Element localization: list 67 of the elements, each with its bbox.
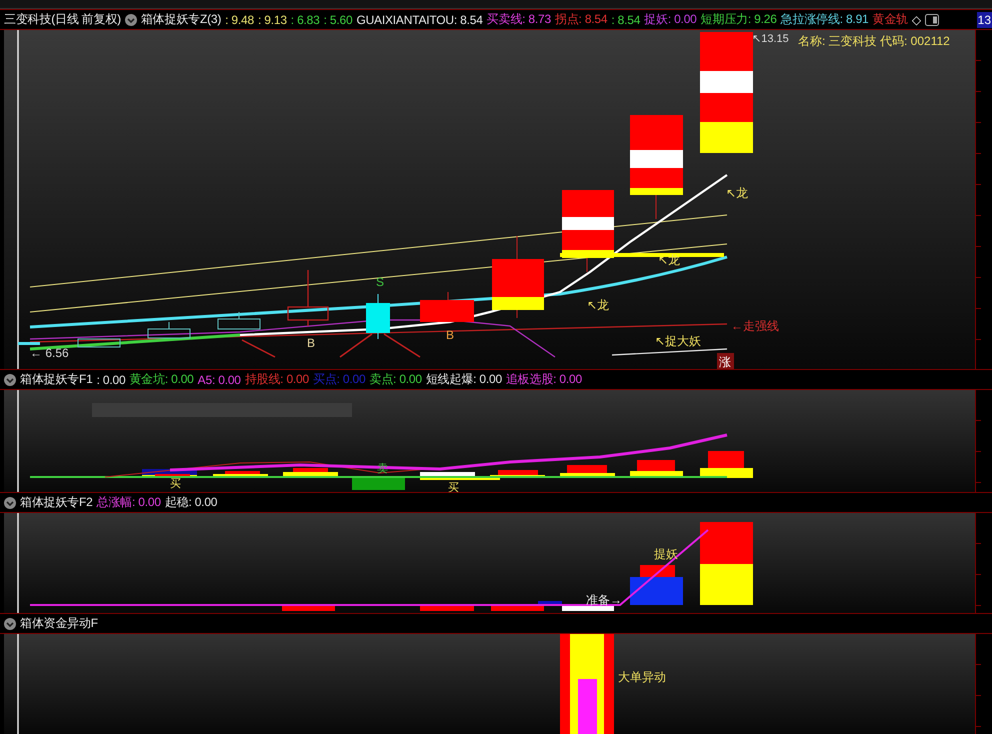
chart-annotation: ↖龙 (726, 186, 748, 200)
indicator-value: GUAIXIANTAITOU: 8.54 (356, 12, 483, 26)
chart-annotation: ↖龙 (587, 298, 610, 312)
indicator-bar (560, 465, 615, 478)
candlestick (420, 292, 474, 322)
signal-line (242, 339, 276, 358)
signal-line (340, 333, 372, 358)
indicator-value: 急拉涨停线: 8.91 (780, 11, 869, 28)
axis-label: 13 (976, 12, 992, 28)
stock-title: 三变科技(日线 前复权) (4, 11, 121, 28)
candlestick (78, 338, 120, 348)
chart-annotation: 买 (170, 478, 181, 490)
indicator-value: 追板选股: 0.00 (506, 371, 582, 388)
indicator-bar (283, 468, 338, 477)
chart-annotation: 提妖 (654, 547, 678, 561)
indicator-bar (352, 477, 405, 490)
indicator-value: 捉妖: 0.00 (644, 11, 697, 28)
chart-annotation: 大单异动 (618, 670, 666, 684)
window-icon[interactable] (924, 14, 939, 26)
indicator-name: 箱体捉妖专F2 (20, 494, 93, 511)
collapse-icon[interactable] (4, 618, 16, 630)
indicator-value: 买卖线: 8.73 (486, 11, 551, 28)
chart-annotation: 名称: 三变科技 代码: 002112 (798, 34, 950, 48)
indicator-value: 短线起爆: 0.00 (426, 371, 502, 388)
indicator-name: 箱体捉妖专Z(3) (140, 11, 222, 28)
indicator-name: 箱体资金异动F (20, 615, 98, 632)
chart-annotation: B (307, 336, 316, 350)
candlestick (366, 294, 390, 340)
candlestick (218, 312, 260, 330)
collapse-icon[interactable] (4, 374, 16, 386)
chart-annotation: 准备→ (586, 593, 622, 607)
chart-annotation: ← 6.56 (30, 346, 69, 360)
chart-annotation: ↖龙 (658, 253, 680, 267)
chart-annotation: ←走强线 (731, 319, 779, 333)
indicator-bar (630, 565, 683, 605)
signal-line (384, 333, 420, 358)
indicator-value: 卖点: 0.00 (369, 371, 422, 388)
price-marker (18, 342, 40, 345)
candlestick (148, 322, 190, 338)
indicator-value: : 0.00 (96, 372, 126, 386)
indicator-value: : 5.60 (324, 12, 352, 26)
chart-annotation: B (446, 328, 454, 342)
chart-annotation: S (376, 275, 384, 289)
diamond-mark: ◇ (912, 12, 921, 26)
indicator-value: 买点: 0.00 (313, 371, 366, 388)
indicator-value: : 9.48 (225, 12, 254, 26)
indicator-value: 短期压力: 9.26 (700, 11, 777, 28)
indicator-bar (630, 460, 683, 478)
indicator-value: 黄金坑: 0.00 (129, 371, 194, 388)
candlestick (287, 270, 329, 326)
indicator-value: 持股线: 0.00 (244, 371, 310, 388)
indicator-bar (700, 451, 753, 478)
indicator-value: A5: 0.00 (198, 372, 241, 386)
indicator-value: : 8.54 (611, 12, 640, 26)
indicator-value: 起稳: 0.00 (164, 494, 218, 511)
collapse-icon[interactable] (124, 14, 137, 26)
chart-annotation: ↖13.15 (752, 33, 789, 45)
indicator-bar (213, 471, 268, 478)
limit-up-badge: 涨 (717, 353, 734, 369)
collapse-icon[interactable] (4, 496, 16, 508)
indicator-value: : 9.13 (258, 12, 287, 26)
chart-annotation: ↖捉大妖 (655, 334, 702, 348)
indicator-name: 箱体捉妖专F1 (20, 371, 93, 388)
indicator-value: 总涨幅: 0.00 (96, 494, 161, 511)
indicator-value: : 6.83 (290, 12, 320, 26)
indicator-value: 黄金轨 (872, 11, 908, 28)
indicator-value: 拐点: 8.54 (554, 11, 608, 28)
